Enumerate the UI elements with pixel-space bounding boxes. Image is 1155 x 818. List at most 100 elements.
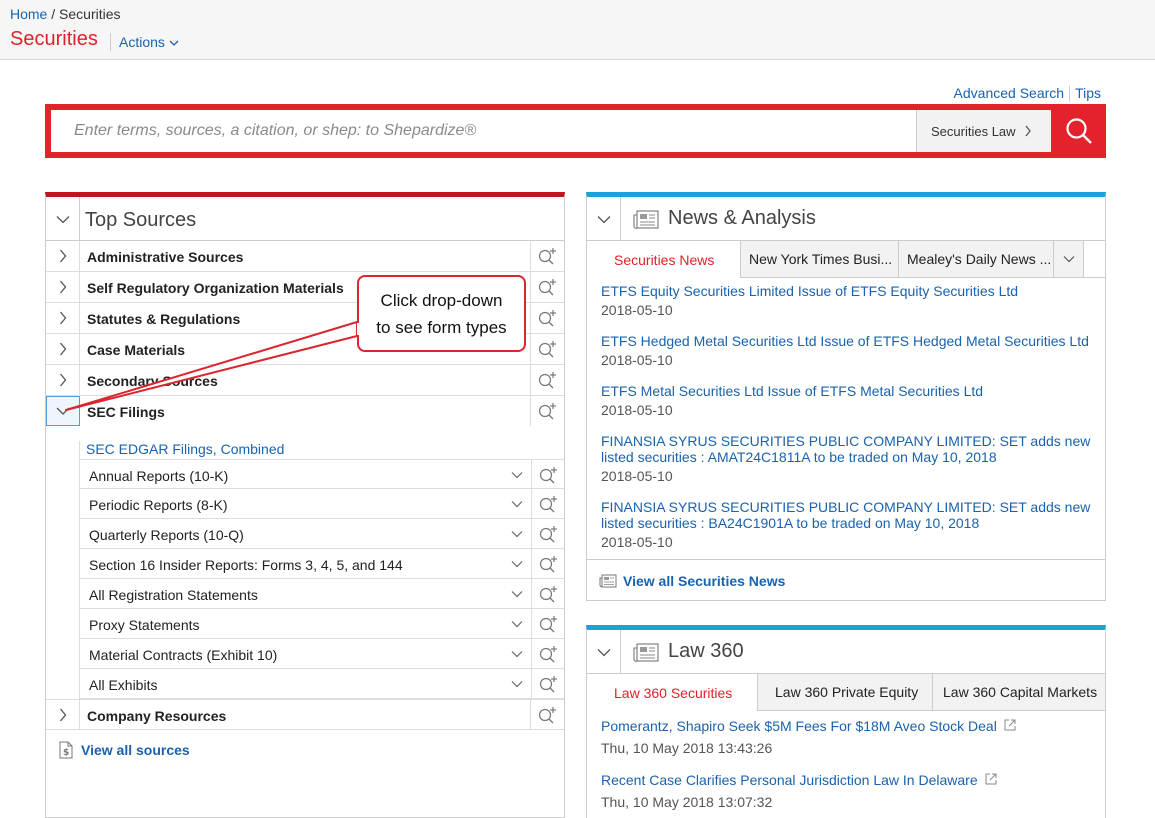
top-sources-collapse[interactable] (46, 197, 80, 241)
search-scope-selector[interactable]: Securities Law (916, 110, 1051, 152)
tips-link[interactable]: Tips (1075, 85, 1101, 101)
search-icon (1065, 118, 1092, 144)
tab-law360-securities[interactable]: Law 360 Securities (587, 674, 757, 711)
news-analysis-collapse[interactable] (587, 197, 621, 241)
source-expander[interactable] (46, 365, 80, 395)
sec-sub-row[interactable]: Proxy Statements (79, 609, 565, 639)
source-label[interactable]: Company Resources (87, 708, 226, 724)
search-plus-icon (539, 466, 557, 483)
source-expander[interactable] (46, 272, 80, 302)
news-headline-link[interactable]: FINANSIA SYRUS SECURITIES PUBLIC COMPANY… (601, 499, 1096, 531)
source-expander[interactable] (46, 334, 80, 364)
search-within-button[interactable] (531, 489, 565, 518)
law360-headline-link[interactable]: Recent Case Clarifies Personal Jurisdict… (601, 772, 1096, 788)
search-within-button[interactable] (531, 579, 565, 608)
sec-sub-row[interactable]: Periodic Reports (8-K) (79, 489, 565, 519)
search-plus-icon (538, 372, 556, 389)
law360-panel: Law 360 Law 360 Securities Law 360 Priva… (586, 625, 1106, 818)
source-label[interactable]: Statutes & Regulations (87, 311, 240, 327)
law360-title: Law 360 (668, 640, 744, 662)
form-type-dropdown[interactable] (511, 525, 523, 543)
sec-edgar-combined-link[interactable]: SEC EDGAR Filings, Combined (86, 441, 284, 457)
news-analysis-header: News & Analysis (587, 197, 1105, 241)
sec-sub-label[interactable]: All Registration Statements (89, 587, 258, 603)
sec-sub-row[interactable]: Material Contracts (Exhibit 10) (79, 639, 565, 669)
source-expander[interactable] (46, 241, 80, 271)
source-expander[interactable] (46, 700, 80, 730)
sec-sub-row[interactable]: Quarterly Reports (10-Q) (79, 519, 565, 549)
search-within-button[interactable] (530, 700, 564, 730)
more-tabs-dropdown[interactable] (1053, 241, 1083, 278)
top-sources-header: Top Sources (46, 197, 564, 241)
search-within-button[interactable] (530, 272, 564, 302)
source-label[interactable]: Secondary Sources (87, 373, 218, 389)
search-plus-icon (539, 495, 557, 512)
sec-filings-expander[interactable] (46, 396, 80, 426)
sec-sub-label[interactable]: Proxy Statements (89, 617, 200, 633)
search-within-button[interactable] (530, 303, 564, 333)
search-plus-icon (538, 707, 556, 724)
search-input[interactable] (51, 110, 916, 152)
law360-collapse[interactable] (587, 630, 621, 674)
source-label[interactable]: Case Materials (87, 342, 185, 358)
search-within-button[interactable] (530, 241, 564, 271)
source-label[interactable]: SEC Filings (87, 404, 165, 420)
news-headline-link[interactable]: ETFS Equity Securities Limited Issue of … (601, 283, 1096, 299)
sec-sub-label[interactable]: Annual Reports (10-K) (89, 468, 228, 484)
source-row-secondary[interactable]: Secondary Sources (46, 365, 564, 396)
form-type-dropdown[interactable] (511, 645, 523, 663)
search-within-button[interactable] (531, 639, 565, 668)
search-within-button[interactable] (530, 396, 564, 426)
source-label[interactable]: Self Regulatory Organization Materials (87, 280, 344, 296)
tab-law360-private-equity[interactable]: Law 360 Private Equity (757, 674, 932, 711)
tab-new-york-times[interactable]: New York Times Busi... (740, 241, 898, 278)
actions-menu[interactable]: Actions (119, 34, 179, 50)
header-divider (110, 33, 111, 51)
callout-box: Click drop-down to see form types (357, 275, 526, 352)
law360-headline-link[interactable]: Pomerantz, Shapiro Seek $5M Fees For $18… (601, 718, 1096, 734)
search-plus-icon (538, 279, 556, 296)
tab-law360-capital-markets[interactable]: Law 360 Capital Markets (932, 674, 1105, 711)
sec-sub-row[interactable]: All Registration Statements (79, 579, 565, 609)
news-headline-link[interactable]: ETFS Metal Securities Ltd Issue of ETFS … (601, 383, 1096, 399)
search-within-button[interactable] (531, 549, 565, 578)
search-within-button[interactable] (531, 609, 565, 638)
tab-securities-news[interactable]: Securities News (587, 241, 740, 278)
form-type-dropdown[interactable] (511, 495, 523, 513)
search-within-button[interactable] (530, 365, 564, 395)
form-type-dropdown[interactable] (511, 585, 523, 603)
sec-sub-row[interactable]: All Exhibits (79, 669, 565, 699)
search-within-button[interactable] (531, 669, 565, 698)
advanced-search-link[interactable]: Advanced Search (954, 85, 1065, 101)
source-row-administrative[interactable]: Administrative Sources (46, 241, 564, 272)
law360-headline-text: Recent Case Clarifies Personal Jurisdict… (601, 772, 978, 788)
form-type-dropdown[interactable] (511, 675, 523, 693)
news-headline-link[interactable]: ETFS Hedged Metal Securities Ltd Issue o… (601, 333, 1096, 349)
sec-sub-label[interactable]: Material Contracts (Exhibit 10) (89, 647, 277, 663)
breadcrumb: Home / Securities (10, 6, 121, 22)
search-within-button[interactable] (530, 334, 564, 364)
source-label[interactable]: Administrative Sources (87, 249, 243, 265)
sec-sub-label[interactable]: Periodic Reports (8-K) (89, 497, 228, 513)
search-plus-icon (539, 555, 557, 572)
sec-sub-row[interactable]: Section 16 Insider Reports: Forms 3, 4, … (79, 549, 565, 579)
breadcrumb-home[interactable]: Home (10, 6, 47, 22)
sec-sub-label[interactable]: All Exhibits (89, 677, 157, 693)
search-within-button[interactable] (531, 519, 565, 548)
form-type-dropdown[interactable] (511, 466, 523, 484)
source-row-sec-filings[interactable]: SEC Filings (46, 396, 564, 427)
form-type-dropdown[interactable] (511, 615, 523, 633)
news-headline-link[interactable]: FINANSIA SYRUS SECURITIES PUBLIC COMPANY… (601, 433, 1096, 465)
search-button[interactable] (1051, 104, 1106, 158)
sec-sub-row[interactable]: Annual Reports (10-K) (79, 459, 565, 489)
source-expander[interactable] (46, 303, 80, 333)
sec-sub-label[interactable]: Section 16 Insider Reports: Forms 3, 4, … (89, 557, 403, 573)
view-all-sources-link[interactable]: $ View all sources (58, 741, 190, 759)
view-all-securities-news-link[interactable]: View all Securities News (587, 559, 1105, 601)
source-row-company-resources[interactable]: Company Resources (46, 699, 564, 730)
search-within-button[interactable] (531, 460, 565, 489)
tab-mealeys-daily-news[interactable]: Mealey's Daily News ... (898, 241, 1053, 278)
news-date: 2018-05-10 (601, 302, 673, 318)
sec-sub-label[interactable]: Quarterly Reports (10-Q) (89, 527, 244, 543)
form-type-dropdown[interactable] (511, 555, 523, 573)
